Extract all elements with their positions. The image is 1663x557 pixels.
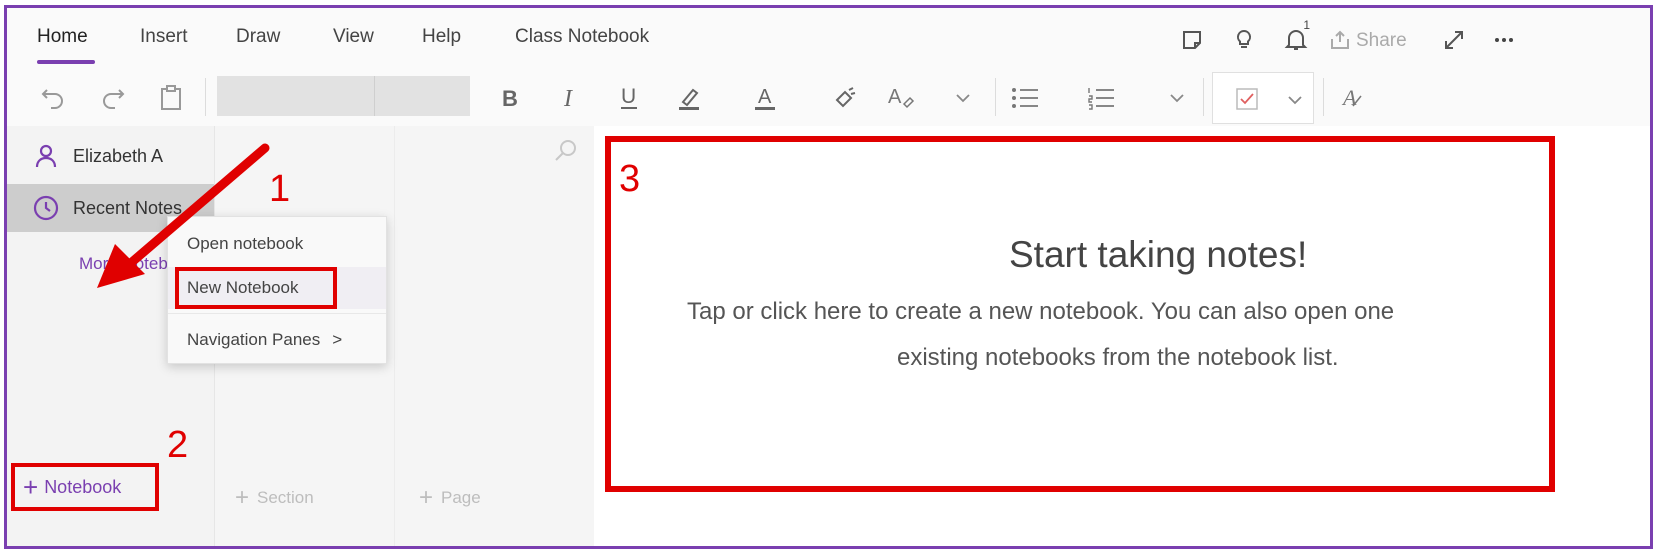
format-painter-icon[interactable] <box>825 78 865 118</box>
svg-text:I: I <box>563 86 573 111</box>
tab-view[interactable]: View <box>333 26 374 48</box>
italic-icon[interactable]: I <box>549 78 589 118</box>
home-ribbon: B I U A A A <box>7 68 1650 126</box>
tag-dropdown[interactable] <box>1212 72 1314 124</box>
ribbon-separator <box>995 78 996 116</box>
add-section-label: Section <box>257 488 314 507</box>
add-page-label: Page <box>441 488 481 507</box>
checkbox-tag-icon <box>1235 87 1259 116</box>
font-color-icon[interactable]: A <box>745 78 785 118</box>
add-section-button[interactable]: + Section <box>235 486 314 510</box>
share-label[interactable]: Share <box>1356 30 1407 52</box>
expand-icon[interactable] <box>1438 24 1470 56</box>
canvas-highlight-box <box>605 136 1555 492</box>
top-right-toolbar: 1 Share <box>1176 18 1636 58</box>
sticky-notes-icon[interactable] <box>1176 24 1208 56</box>
clipboard-icon[interactable] <box>151 78 191 118</box>
tab-class-notebook[interactable]: Class Notebook <box>515 26 649 48</box>
redo-icon[interactable] <box>93 78 133 118</box>
chevron-down-icon <box>1287 93 1303 111</box>
chevron-right-icon: > <box>332 330 343 349</box>
clock-icon <box>27 194 65 222</box>
svg-text:A: A <box>888 86 902 108</box>
person-icon <box>27 143 65 169</box>
font-name-box[interactable] <box>217 76 375 116</box>
svg-text:A: A <box>1341 85 1357 110</box>
chevron-down-icon[interactable] <box>943 78 983 118</box>
tab-insert[interactable]: Insert <box>140 26 188 48</box>
ribbon-separator <box>1203 78 1204 116</box>
search-icon[interactable] <box>553 138 579 169</box>
svg-text:B: B <box>502 86 518 111</box>
ribbon-separator <box>205 78 206 116</box>
chevron-down-icon[interactable] <box>1157 78 1197 118</box>
font-size-box[interactable] <box>375 76 470 116</box>
active-tab-indicator <box>37 60 95 64</box>
bell-icon[interactable]: 1 <box>1280 18 1312 56</box>
tab-draw[interactable]: Draw <box>236 26 280 48</box>
annotation-arrow <box>97 143 270 288</box>
tab-home[interactable]: Home <box>37 26 88 48</box>
notification-count: 1 <box>1303 18 1310 32</box>
tab-help[interactable]: Help <box>422 26 461 48</box>
menu-item-navigation-panes[interactable]: Navigation Panes > <box>168 319 386 361</box>
bold-icon[interactable]: B <box>489 78 529 118</box>
add-notebook-button[interactable]: + Notebook <box>11 463 159 511</box>
ribbon-tabs: Home Insert Draw View Help Class Noteboo… <box>7 8 1650 68</box>
plus-icon: + <box>23 472 39 502</box>
share-icon[interactable] <box>1324 24 1356 56</box>
lightbulb-icon[interactable] <box>1228 24 1260 56</box>
underline-icon[interactable]: U <box>609 78 649 118</box>
bullet-list-icon[interactable] <box>1005 78 1045 118</box>
undo-icon[interactable] <box>33 78 73 118</box>
styles-icon[interactable]: A <box>1333 78 1373 118</box>
add-notebook-label: Notebook <box>44 476 122 497</box>
add-page-button[interactable]: + Page <box>419 486 481 510</box>
numbered-list-icon[interactable] <box>1081 78 1121 118</box>
menu-separator <box>168 313 386 314</box>
clear-format-icon[interactable]: A <box>881 78 921 118</box>
plus-icon: + <box>235 484 250 511</box>
step-number-2: 2 <box>167 424 189 466</box>
svg-text:U: U <box>621 85 636 108</box>
ribbon-separator <box>1323 78 1324 116</box>
highlighter-icon[interactable] <box>669 78 709 118</box>
svg-text:A: A <box>758 86 772 108</box>
plus-icon: + <box>419 484 434 511</box>
step-number-3: 3 <box>619 158 641 200</box>
onenote-window: Home Insert Draw View Help Class Noteboo… <box>4 5 1653 549</box>
step-number-1: 1 <box>269 168 291 210</box>
more-options-icon[interactable] <box>1488 24 1520 56</box>
